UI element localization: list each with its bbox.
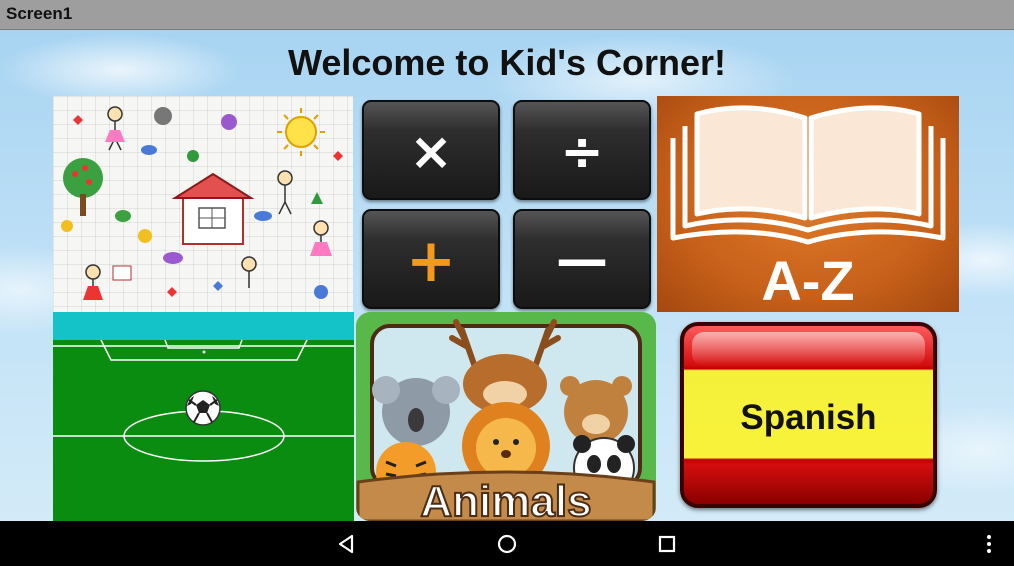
- multiply-button[interactable]: ×: [362, 100, 500, 200]
- home-button[interactable]: [493, 530, 521, 558]
- soccer-ball-icon: [185, 390, 221, 426]
- overflow-menu-icon: [987, 535, 991, 553]
- spanish-label: Spanish: [740, 398, 877, 437]
- add-button[interactable]: +: [362, 209, 500, 309]
- spanish-tile-button[interactable]: Spanish: [680, 322, 937, 508]
- open-book-icon: A-Z: [670, 105, 946, 312]
- page-title: Welcome to Kid's Corner!: [288, 42, 726, 83]
- animals-tile-button[interactable]: Animals: [356, 312, 656, 521]
- az-caption: A-Z: [761, 249, 854, 312]
- app-title-bar: Screen1: [0, 0, 1014, 30]
- svg-text:÷: ÷: [560, 122, 604, 182]
- plus-icon: +: [406, 226, 456, 296]
- soccer-tile-button[interactable]: [53, 312, 354, 521]
- recents-button[interactable]: [653, 530, 681, 558]
- minus-icon: —: [556, 230, 608, 290]
- back-button[interactable]: [332, 530, 360, 558]
- svg-text:+: +: [406, 226, 456, 296]
- drawing-tile-button[interactable]: [53, 96, 353, 312]
- soccer-field-illustration: [53, 339, 354, 462]
- alphabet-tile-button[interactable]: A-Z: [657, 96, 959, 312]
- overflow-menu-button[interactable]: [975, 530, 1003, 558]
- divide-icon: ÷: [560, 122, 604, 182]
- subtract-button[interactable]: —: [513, 209, 651, 309]
- app-title: Screen1: [6, 4, 73, 23]
- math-tile: × ÷ + —: [356, 96, 656, 312]
- divide-button[interactable]: ÷: [513, 100, 651, 200]
- main-screen: Welcome to Kid's Corner! × ÷ + — A-Z Ani…: [0, 30, 1014, 521]
- system-navigation-bar: [0, 521, 1014, 566]
- svg-text:×: ×: [409, 122, 453, 182]
- recents-icon: [658, 535, 676, 553]
- svg-text:—: —: [556, 230, 608, 290]
- kids-doodles-illustration: [61, 106, 343, 300]
- back-icon: [338, 534, 354, 554]
- spanish-shine: [692, 332, 925, 366]
- animals-illustration: Animals: [356, 319, 656, 521]
- home-icon: [497, 534, 517, 554]
- multiply-icon: ×: [409, 122, 453, 182]
- animals-caption: Animals: [420, 477, 591, 521]
